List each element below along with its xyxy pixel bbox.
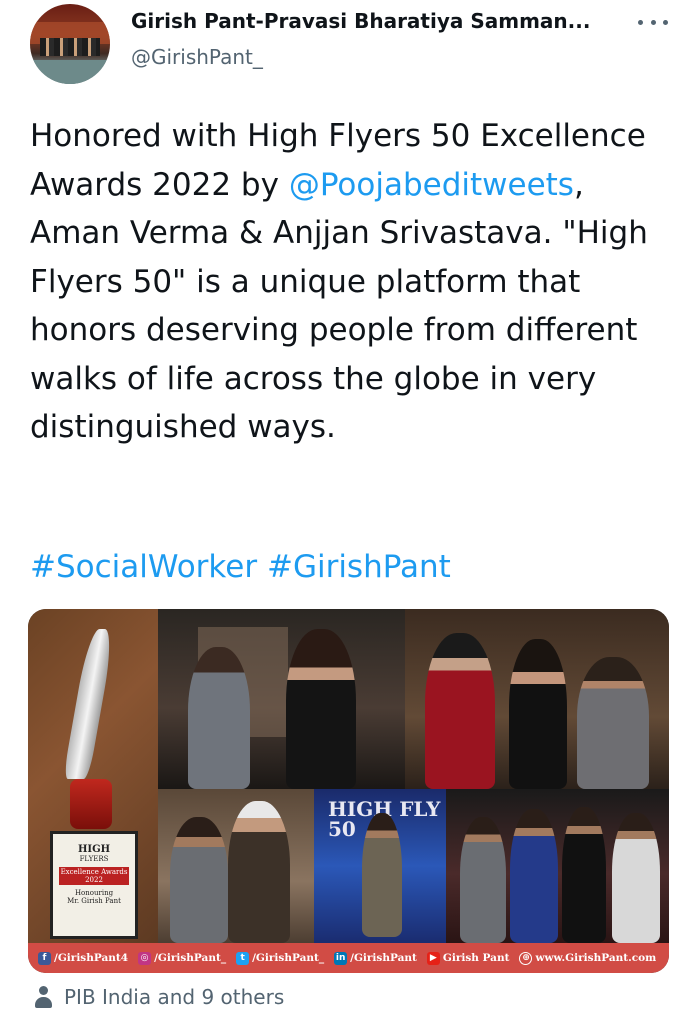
person-icon-body: [35, 997, 52, 1008]
social-label: /GirishPant_: [154, 952, 227, 964]
avatar-floor: [30, 60, 110, 84]
person-3: [562, 807, 606, 943]
trophy-red-base: [70, 779, 112, 829]
person-woman: [286, 629, 356, 789]
plaque-title: HIGH: [77, 844, 111, 855]
award-photo-1: [158, 609, 405, 789]
social-instagram: ◎ /GirishPant_: [138, 951, 227, 965]
social-label: /GirishPant4: [54, 952, 129, 964]
more-options-icon[interactable]: [638, 14, 668, 30]
instagram-icon: ◎: [138, 951, 152, 965]
social-twitter: t /GirishPant_: [236, 951, 325, 965]
person-elder: [228, 801, 290, 943]
person-man: [170, 817, 228, 943]
social-linkedin: in /GirishPant: [334, 951, 417, 965]
award-photo-4: HIGH FLY 50: [314, 789, 446, 943]
plaque-subtitle: FLYERS: [79, 855, 109, 863]
twitter-icon: t: [236, 951, 250, 965]
liked-by-row[interactable]: PIB India and 9 others: [34, 985, 284, 1009]
award-photo-2: [405, 609, 669, 789]
trophy-figure: [62, 629, 116, 779]
social-facebook: f /GirishPant4: [38, 951, 129, 965]
plaque-honoring: Honouring: [74, 889, 114, 897]
person-man: [188, 647, 250, 789]
person-woman: [509, 639, 567, 789]
person-4: [612, 813, 660, 943]
social-label: www.GirishPant.com: [535, 952, 657, 964]
social-website: ⊕ www.GirishPant.com: [519, 951, 657, 965]
dot: [650, 19, 656, 25]
avatar-people: [40, 38, 100, 56]
trophy-photo: HIGH FLYERS Excellence Awards 2022 Honou…: [28, 609, 158, 943]
social-label: /GirishPant_: [252, 952, 325, 964]
hashtag-link[interactable]: #GirishPant: [267, 549, 451, 585]
social-label: Girish Pant: [442, 952, 510, 964]
person-man: [577, 657, 649, 789]
author-handle[interactable]: @GirishPant_: [131, 45, 263, 69]
social-label: /GirishPant: [350, 952, 417, 964]
hashtags: #SocialWorker #GirishPant: [30, 543, 451, 591]
plaque-award: Excellence Awards 2022: [59, 867, 129, 885]
youtube-icon: ▶: [426, 951, 440, 965]
trophy-plaque: HIGH FLYERS Excellence Awards 2022 Honou…: [50, 831, 138, 939]
author-name[interactable]: Girish Pant-Pravasi Bharatiya Samman...: [131, 9, 590, 33]
tweet-text-part: , Aman Verma & Anjjan Srivastava. "High …: [30, 166, 648, 446]
person-man: [362, 813, 402, 937]
tweet-media-image[interactable]: HIGH FLYERS Excellence Awards 2022 Honou…: [28, 609, 669, 973]
mention-link[interactable]: @Poojabeditweets: [289, 167, 574, 203]
person-icon-head: [39, 986, 48, 995]
dot: [638, 19, 643, 25]
facebook-icon: f: [38, 951, 51, 965]
person-1: [460, 817, 506, 943]
social-links-bar: f /GirishPant4 ◎ /GirishPant_ t /GirishP…: [28, 943, 669, 973]
person-icon: [34, 986, 52, 1008]
author-avatar[interactable]: [30, 4, 110, 84]
award-photo-3: [158, 789, 314, 943]
dot: [663, 19, 668, 25]
plaque-recipient: Mr. Girish Pant: [67, 897, 121, 905]
tweet-text: Honored with High Flyers 50 Excellence A…: [30, 112, 670, 452]
person-2: [510, 809, 558, 943]
globe-icon: ⊕: [519, 951, 533, 965]
social-youtube: ▶ Girish Pant: [426, 951, 510, 965]
person-red-jacket: [425, 633, 495, 789]
award-photo-5: [446, 789, 669, 943]
hashtag-link[interactable]: #SocialWorker: [30, 549, 257, 585]
linkedin-icon: in: [334, 951, 348, 965]
liked-by-text[interactable]: PIB India and 9 others: [64, 985, 284, 1009]
